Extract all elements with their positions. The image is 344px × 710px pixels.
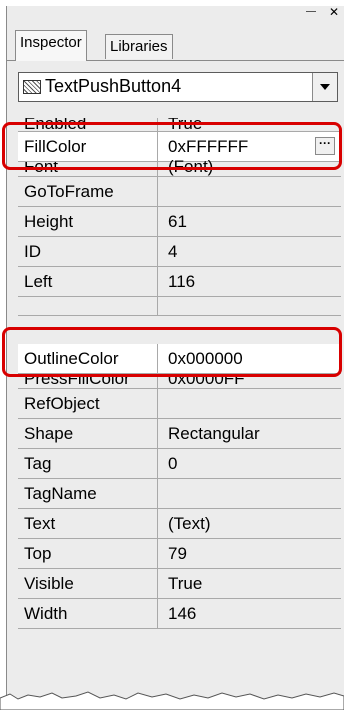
property-name: Height — [18, 207, 158, 236]
object-icon — [23, 80, 41, 94]
tab-inspector[interactable]: Inspector — [15, 30, 87, 61]
panel-titlebar: ✕ — [7, 5, 344, 20]
property-value: Rectangular — [168, 424, 260, 443]
torn-edge — [0, 691, 344, 710]
property-row[interactable]: Top 79 — [18, 539, 341, 569]
tab-libraries[interactable]: Libraries — [105, 34, 173, 59]
property-row[interactable]: Text (Text) — [18, 509, 341, 539]
highlight-outlinecolor — [2, 327, 342, 377]
property-value: 116 — [168, 272, 196, 291]
property-row[interactable]: Visible True — [18, 569, 341, 599]
property-name: RefObject — [18, 389, 158, 418]
highlight-fillcolor — [2, 122, 342, 170]
chevron-down-icon[interactable] — [312, 73, 337, 101]
property-row[interactable]: Width 146 — [18, 599, 341, 629]
property-row[interactable]: ID 4 — [18, 237, 341, 267]
property-row[interactable]: Height 61 — [18, 207, 341, 237]
property-value: 4 — [168, 242, 178, 261]
property-name: TagName — [18, 479, 158, 508]
property-value: 61 — [168, 212, 187, 231]
property-name: Visible — [18, 569, 158, 598]
property-name: Text — [18, 509, 158, 538]
property-name: Top — [18, 539, 158, 568]
object-selector-value: TextPushButton4 — [45, 76, 182, 96]
property-value: 146 — [168, 604, 197, 623]
property-name: Width — [18, 599, 158, 628]
property-row[interactable]: Tag 0 — [18, 449, 341, 479]
property-name: Tag — [18, 449, 158, 478]
property-value: TextPushButton — [168, 297, 287, 315]
property-value: 0 — [168, 454, 178, 473]
object-selector[interactable]: TextPushButton4 — [18, 72, 338, 102]
pin-icon[interactable] — [306, 11, 316, 12]
property-grid: Enabled True FillColor 0xFFFFFF ··· Font… — [18, 118, 341, 638]
property-name: Shape — [18, 419, 158, 448]
property-row[interactable]: RefObject — [18, 389, 341, 419]
property-name: ID — [18, 237, 158, 266]
property-row[interactable]: GoToFrame — [18, 177, 341, 207]
property-name: Left — [18, 267, 158, 296]
property-row[interactable]: Shape Rectangular — [18, 419, 341, 449]
property-name: Name — [18, 297, 158, 315]
property-value: (Text) — [168, 514, 211, 533]
property-name: GoToFrame — [18, 177, 158, 206]
property-value: True — [168, 574, 203, 593]
property-row[interactable]: TagName — [18, 479, 341, 509]
close-icon[interactable]: ✕ — [329, 5, 339, 19]
property-value: 79 — [168, 544, 187, 563]
property-row[interactable]: Name TextPushButton — [18, 297, 341, 316]
property-row[interactable]: Left 116 — [18, 267, 341, 297]
